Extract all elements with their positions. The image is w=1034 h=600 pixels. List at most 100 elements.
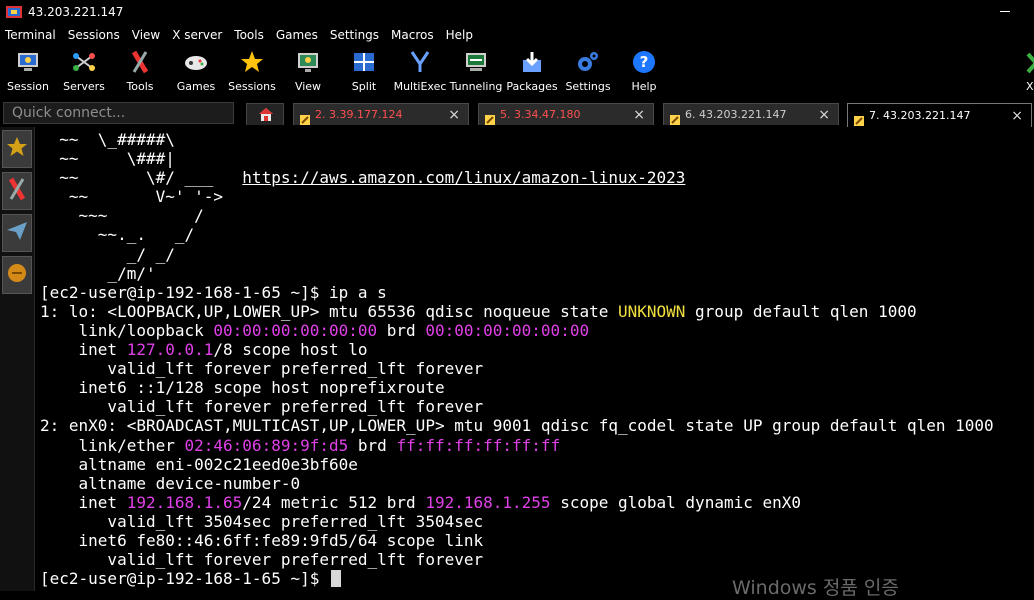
session-tab[interactable]: 6. 43.203.221.147 × [663, 103, 839, 125]
menu-item-terminal[interactable]: Terminal [0, 28, 62, 42]
menu-item-x-server[interactable]: X server [166, 28, 228, 42]
toolbar-multiexec-button[interactable]: MultiExec [392, 46, 448, 98]
terminal-line: _/ _/ [40, 245, 994, 264]
session-tab-label: 6. 43.203.221.147 [685, 108, 787, 121]
terminal-text: brd [348, 435, 397, 455]
terminal-text: valid_lft 3504sec preferred_lft 3504sec [40, 511, 484, 531]
terminal-line: valid_lft forever preferred_lft forever [40, 550, 994, 569]
multiexec-icon [408, 50, 432, 74]
toolbar-help-button[interactable]: ? Help [616, 46, 672, 98]
home-tab[interactable] [246, 103, 284, 125]
toolbar-x-server-label: X se [1026, 80, 1034, 93]
sidebar-star-button[interactable] [2, 130, 32, 168]
terminal-line: ~~._. _/ [40, 225, 994, 244]
terminal-text: _/m/' [40, 263, 156, 283]
send-icon [6, 220, 28, 246]
terminal-text: ~~~ / [40, 206, 204, 226]
tools-icon [5, 177, 29, 205]
menu-item-games[interactable]: Games [270, 28, 324, 42]
tab-row: 2. 3.39.177.124× 5. 3.34.47.180× 6. 43.203… [0, 100, 1034, 127]
menu-item-settings[interactable]: Settings [324, 28, 385, 42]
terminal-line: altname eni-002c21eed0e3bf60e [40, 455, 994, 474]
terminal-text: group default qlen 1000 [685, 301, 917, 321]
terminal-text: 2: enX0: <BROADCAST,MULTICAST,UP,LOWER_U… [40, 416, 994, 436]
terminal-text: 127.0.0.1 [126, 340, 214, 360]
left-sidebar [0, 127, 35, 591]
title-bar: 43.203.221.147 [0, 0, 1034, 24]
terminal-text: [ec2-user@ip-192-168-1-65 ~]$ ip a s [40, 282, 387, 302]
toolbar-x-server[interactable]: X se [1012, 46, 1034, 98]
sidebar-send-button[interactable] [2, 214, 32, 252]
terminal-line: valid_lft forever preferred_lft forever [40, 397, 994, 416]
minimize-button[interactable] [1000, 0, 1012, 24]
activation-watermark: Windows 정품 인증 [732, 577, 899, 599]
toolbar-servers-button[interactable]: Servers [56, 46, 112, 98]
terminal-line: ~~~ / [40, 206, 994, 225]
session-tab[interactable]: 5. 3.34.47.180 × [478, 103, 654, 125]
terminal-line: 2: enX0: <BROADCAST,MULTICAST,UP,LOWER_U… [40, 416, 994, 435]
help-icon: ? [632, 50, 656, 74]
terminal-output: ~~ \_#####\ ~~ \###| ~~ \#/ ___ https://… [40, 130, 994, 588]
tools-icon [128, 50, 152, 74]
toolbar-games-button[interactable]: Games [168, 46, 224, 98]
close-icon[interactable]: × [1011, 109, 1023, 123]
terminal-line: link/loopback 00:00:00:00:00:00 brd 00:0… [40, 321, 994, 340]
terminal-text: 00:00:00:00:00:00 [425, 320, 590, 340]
menu-item-view[interactable]: View [126, 28, 166, 42]
settings-icon [576, 50, 600, 74]
terminal-line: valid_lft 3504sec preferred_lft 3504sec [40, 512, 994, 531]
sidebar-tools-button[interactable] [2, 172, 32, 210]
menu-item-tools[interactable]: Tools [228, 28, 270, 42]
toolbar-session-button[interactable]: Session [0, 46, 56, 98]
x-server-icon [1026, 52, 1034, 74]
terminal-text: UNKNOWN [617, 301, 686, 321]
terminal-line: ~~ \#/ ___ https://aws.amazon.com/linux/… [40, 168, 994, 187]
toolbar-label: View [294, 80, 322, 93]
terminal-line: ~~ \_#####\ [40, 130, 994, 149]
toolbar-tools-button[interactable]: Tools [112, 46, 168, 98]
ssh-key-icon [670, 110, 680, 125]
terminal-text: link/loopback [40, 320, 214, 340]
toolbar-split-button[interactable]: Split [336, 46, 392, 98]
view-icon [296, 50, 320, 74]
menu-item-sessions[interactable]: Sessions [62, 28, 126, 42]
close-icon[interactable]: × [818, 108, 830, 122]
toolbar-packages-button[interactable]: Packages [504, 46, 560, 98]
terminal-text: inet6 fe80::46:6ff:fe89:9fd5/64 scope li… [40, 530, 484, 550]
terminal-line: link/ether 02:46:06:89:9f:d5 brd ff:ff:f… [40, 436, 994, 455]
session-tab[interactable]: 7. 43.203.221.147 × [847, 103, 1032, 127]
close-icon[interactable]: × [633, 108, 645, 122]
window-title: 43.203.221.147 [28, 5, 124, 19]
star-icon [6, 136, 28, 162]
terminal-text: [ec2-user@ip-192-168-1-65 ~]$ [40, 569, 329, 589]
toolbar-label: Help [631, 80, 657, 93]
terminal-text: /24 metric 512 brd [242, 492, 426, 512]
menu-item-help[interactable]: Help [440, 28, 479, 42]
terminal-pane[interactable]: ~~ \_#####\ ~~ \###| ~~ \#/ ___ https://… [36, 127, 1034, 591]
toolbar-label: Tunneling [449, 80, 503, 93]
terminal-text: link/ether [40, 435, 185, 455]
toolbar-sessions-button[interactable]: Sessions [224, 46, 280, 98]
menu-item-macros[interactable]: Macros [385, 28, 440, 42]
terminal-line: ~~ \###| [40, 149, 994, 168]
ssh-key-icon [854, 111, 864, 126]
terminal-text: brd [377, 320, 426, 340]
session-tab[interactable]: 2. 3.39.177.124 × [293, 103, 469, 125]
toolbar-label: Split [351, 80, 377, 93]
terminal-line: valid_lft forever preferred_lft forever [40, 359, 994, 378]
terminal-line: [ec2-user@ip-192-168-1-65 ~]$ ip a s [40, 283, 994, 302]
sidebar-macros-button[interactable] [2, 256, 32, 294]
toolbar-view-button[interactable]: View [280, 46, 336, 98]
terminal-text: inet [40, 492, 127, 512]
terminal-text: inet [40, 340, 127, 360]
terminal-line: _/m/' [40, 264, 994, 283]
terminal-text: valid_lft forever preferred_lft forever [40, 397, 484, 417]
quick-connect-input[interactable] [3, 102, 234, 124]
toolbar-tunneling-button[interactable]: Tunneling [448, 46, 504, 98]
terminal-line: inet6 fe80::46:6ff:fe89:9fd5/64 scope li… [40, 531, 994, 550]
sessions-star-icon [240, 50, 264, 74]
toolbar-settings-button[interactable]: Settings [560, 46, 616, 98]
close-icon[interactable]: × [448, 108, 460, 122]
terminal-line: 1: lo: <LOOPBACK,UP,LOWER_UP> mtu 65536 … [40, 302, 994, 321]
terminal-link[interactable]: https://aws.amazon.com/linux/amazon-linu… [242, 168, 685, 187]
